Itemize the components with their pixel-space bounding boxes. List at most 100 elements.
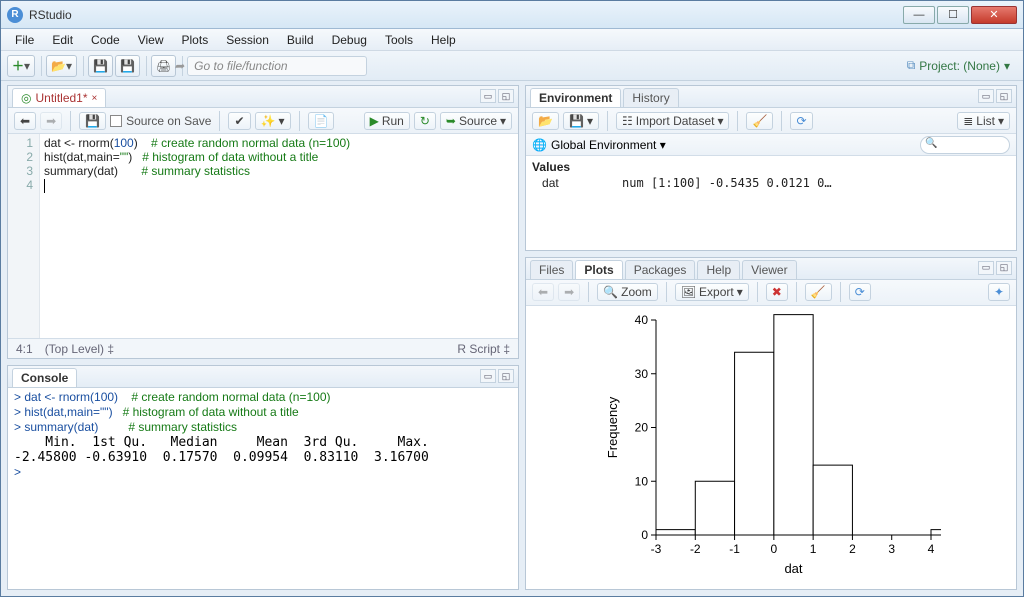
rerun-icon: ↻: [420, 114, 430, 128]
tab-viewer[interactable]: Viewer: [742, 260, 796, 279]
pane-maximize-icon[interactable]: ◱: [996, 261, 1012, 275]
find-replace-button[interactable]: ✨▾: [255, 112, 291, 130]
import-dataset-button[interactable]: ☷Import Dataset ▾: [616, 112, 730, 130]
plot-prev-button[interactable]: ⬅: [532, 283, 554, 301]
printer-icon: 🖨: [156, 59, 171, 73]
env-scope-bar: 🌐 Global Environment ▾: [526, 134, 1016, 156]
close-tab-icon[interactable]: ×: [92, 93, 98, 104]
floppy-stack-icon: 💾: [120, 59, 135, 73]
histogram-chart: -3-2-101234010203040datFrequency: [601, 310, 941, 585]
minimize-button[interactable]: —: [903, 6, 935, 24]
source-statusbar: 4:1 (Top Level) ‡ R Script ‡: [8, 338, 518, 358]
code-area[interactable]: dat <- rnorm(100) # create random normal…: [40, 134, 518, 338]
env-search-input[interactable]: [920, 136, 1010, 154]
tab-plots[interactable]: Plots: [575, 260, 622, 279]
line-gutter: 1234: [8, 134, 40, 338]
svg-text:dat: dat: [784, 561, 802, 576]
menu-session[interactable]: Session: [218, 31, 277, 49]
plots-toolbar: ⬅ ➡ 🔍Zoom 🖼Export ▾ ✖ 🧹 ⟳ ✦: [526, 280, 1016, 306]
tab-files[interactable]: Files: [530, 260, 573, 279]
clear-workspace-button[interactable]: 🧹: [746, 112, 773, 130]
project-menu[interactable]: ⧉ Project: (None) ▾: [900, 55, 1017, 76]
source-on-save-checkbox[interactable]: [110, 115, 122, 127]
svg-text:-1: -1: [729, 542, 740, 556]
run-button[interactable]: ▶Run: [364, 112, 410, 130]
env-scope-label: Global Environment: [551, 138, 656, 152]
env-var-name: dat: [532, 176, 622, 190]
menu-bar: File Edit Code View Plots Session Build …: [1, 29, 1023, 51]
goto-placeholder: Go to file/function: [194, 59, 287, 73]
svg-text:1: 1: [810, 542, 817, 556]
app-title: RStudio: [29, 8, 903, 22]
menu-debug[interactable]: Debug: [324, 31, 375, 49]
source-menu-button[interactable]: ➥Source ▾: [440, 112, 512, 130]
menu-plots[interactable]: Plots: [174, 31, 217, 49]
env-view-mode[interactable]: ≣List ▾: [957, 112, 1010, 130]
pane-maximize-icon[interactable]: ◱: [996, 89, 1012, 103]
compile-report-button[interactable]: 📄: [308, 112, 335, 130]
load-workspace-button[interactable]: 📂: [532, 112, 559, 130]
back-button[interactable]: ⬅: [14, 112, 36, 130]
plot-next-button[interactable]: ➡: [558, 283, 580, 301]
export-label: Export: [699, 285, 734, 299]
plot-canvas: -3-2-101234010203040datFrequency: [526, 306, 1016, 589]
export-button[interactable]: 🖼Export ▾: [675, 283, 749, 301]
tab-plots-label: Plots: [584, 263, 613, 277]
refresh-plot-button[interactable]: ⟳: [849, 283, 871, 301]
pane-minimize-icon[interactable]: ▭: [480, 89, 496, 103]
menu-edit[interactable]: Edit: [44, 31, 81, 49]
menu-build[interactable]: Build: [279, 31, 322, 49]
goto-file-function[interactable]: Go to file/function: [187, 56, 367, 76]
publish-button[interactable]: ✦: [988, 283, 1010, 301]
file-type-selector[interactable]: R Script ‡: [457, 342, 510, 356]
pane-minimize-icon[interactable]: ▭: [480, 369, 496, 383]
new-file-button[interactable]: ＋▾: [7, 55, 35, 77]
env-row[interactable]: dat num [1:100] -0.5435 0.0121 0…: [532, 176, 1010, 190]
svg-text:0: 0: [641, 528, 648, 542]
svg-text:30: 30: [635, 367, 649, 381]
menu-help[interactable]: Help: [423, 31, 464, 49]
clear-plots-button[interactable]: 🧹: [805, 283, 832, 301]
scope-selector[interactable]: (Top Level) ‡: [45, 342, 114, 356]
maximize-button[interactable]: ☐: [937, 6, 969, 24]
svg-text:10: 10: [635, 474, 649, 488]
wand-icon: ✨: [261, 114, 276, 128]
plus-icon: ＋: [12, 57, 24, 74]
tab-history[interactable]: History: [623, 88, 678, 107]
remove-icon: ✖: [772, 285, 782, 299]
list-label: List: [976, 114, 995, 128]
svg-text:40: 40: [635, 313, 649, 327]
menu-tools[interactable]: Tools: [377, 31, 421, 49]
pane-minimize-icon[interactable]: ▭: [978, 89, 994, 103]
console-tab[interactable]: Console: [12, 368, 77, 387]
save-workspace-button[interactable]: 💾▾: [563, 112, 599, 130]
pane-maximize-icon[interactable]: ◱: [498, 89, 514, 103]
zoom-button[interactable]: 🔍Zoom: [597, 283, 658, 301]
tab-packages[interactable]: Packages: [625, 260, 696, 279]
menu-view[interactable]: View: [130, 31, 172, 49]
save-all-button[interactable]: 💾: [115, 55, 140, 77]
tab-help[interactable]: Help: [697, 260, 740, 279]
scope-label: (Top Level): [45, 342, 104, 356]
refresh-env-button[interactable]: ⟳: [790, 112, 812, 130]
remove-plot-button[interactable]: ✖: [766, 283, 788, 301]
source-tab[interactable]: ◎ Untitled1* ×: [12, 88, 106, 107]
pane-maximize-icon[interactable]: ◱: [498, 369, 514, 383]
tab-environment[interactable]: Environment: [530, 88, 621, 107]
editor[interactable]: 1234 dat <- rnorm(100) # create random n…: [8, 134, 518, 338]
spellcheck-button[interactable]: ✔: [228, 112, 250, 130]
save-source-button[interactable]: 💾: [79, 112, 106, 130]
svg-text:2: 2: [849, 542, 856, 556]
env-scope-selector[interactable]: Global Environment ▾: [551, 138, 666, 152]
save-button[interactable]: 💾: [88, 55, 113, 77]
close-button[interactable]: ✕: [971, 6, 1017, 24]
forward-button[interactable]: ➡: [40, 112, 62, 130]
menu-file[interactable]: File: [7, 31, 42, 49]
open-file-button[interactable]: 📂▾: [46, 55, 77, 77]
rerun-button[interactable]: ↻: [414, 112, 436, 130]
tab-environment-label: Environment: [539, 91, 612, 105]
svg-text:20: 20: [635, 420, 649, 434]
menu-code[interactable]: Code: [83, 31, 128, 49]
pane-minimize-icon[interactable]: ▭: [978, 261, 994, 275]
console-body[interactable]: > dat <- rnorm(100) # create random norm…: [8, 388, 518, 589]
